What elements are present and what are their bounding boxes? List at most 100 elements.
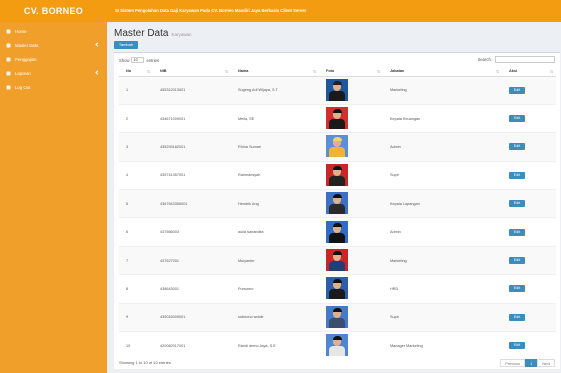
employee-photo <box>326 334 348 357</box>
page-title-text: Master Data <box>114 28 169 39</box>
cell-nama: Melia, SE <box>231 103 319 133</box>
cell-nama: Purnomo <box>231 274 319 304</box>
top-navbar: SI Sistem Pengolahan Data Gaji Karyawan … <box>107 0 561 22</box>
cell-jabatan: Supir <box>383 302 502 332</box>
length-control: Show 10 entries <box>119 57 159 63</box>
employee-photo <box>326 192 348 215</box>
sort-icon: ⇅ <box>146 70 150 74</box>
table-row: 5 4367643356001 Hendrik Ang Kepala Lapangan… <box>119 189 556 218</box>
table-row: 3 435293182001 Rhina Sumari Admin Edit <box>119 132 556 162</box>
page-1-button[interactable]: 1 <box>525 359 538 367</box>
table-row: 6 437566003 aulia sanandita Admin Edit <box>119 217 556 247</box>
cell-nib: 438643001 <box>153 274 231 304</box>
cell-nib: 437566003 <box>153 217 231 247</box>
cell-no: 5 <box>119 189 153 218</box>
table-header-row: No ⇅ NIB ⇅ Nama ⇅ Foto ⇅ Jabatan ⇅ Aksi ⇅ <box>119 67 556 77</box>
sidebar-item-label: Laporan <box>15 70 31 76</box>
cell-jabatan: Supir <box>383 160 502 190</box>
sort-icon: ⇅ <box>495 70 499 74</box>
sidebar-item-home[interactable]: Home <box>0 24 107 38</box>
entries-select[interactable]: 10 <box>131 57 145 63</box>
edit-button[interactable]: Edit <box>509 143 525 151</box>
money-icon <box>6 57 11 62</box>
cell-foto <box>319 160 383 190</box>
table-info: Showing 1 to 10 of 10 entries <box>119 360 171 365</box>
search-input[interactable] <box>495 56 555 63</box>
edit-button[interactable]: Edit <box>509 200 525 208</box>
cell-nib: 435741357001 <box>153 160 231 190</box>
sidebar-menu: Home Master Data Penggajian Laporan Log Out <box>0 24 107 94</box>
cell-nib: 4367643356001 <box>153 189 231 218</box>
edit-button[interactable]: Edit <box>509 313 525 321</box>
sidebar-item-master-data[interactable]: Master Data <box>0 38 107 52</box>
page-title: Master Data Karyawan <box>114 28 191 39</box>
edit-button[interactable]: Edit <box>509 342 525 350</box>
cell-aksi: Edit <box>502 189 556 218</box>
cell-nib: 455312013001 <box>153 75 231 105</box>
employee-photo <box>326 135 348 158</box>
cell-nama: aulia sanandita <box>231 217 319 247</box>
cell-nib: 434671009001 <box>153 103 231 133</box>
cell-aksi: Edit <box>502 217 556 247</box>
app-title: SI Sistem Pengolahan Data Gaji Karyawan … <box>115 8 307 13</box>
column-header-nib[interactable]: NIB ⇅ <box>153 67 231 77</box>
search-control: Search: <box>478 56 555 63</box>
cell-foto <box>319 302 383 332</box>
employee-photo <box>326 107 348 130</box>
sidebar-item-penggajian[interactable]: Penggajian <box>0 52 107 66</box>
cell-foto <box>319 217 383 247</box>
edit-button[interactable]: Edit <box>509 115 525 123</box>
employee-table: No ⇅ NIB ⇅ Nama ⇅ Foto ⇅ Jabatan ⇅ Aksi ⇅ 1 455… <box>119 67 556 360</box>
cell-aksi: Edit <box>502 132 556 162</box>
search-label: Search: <box>477 57 492 62</box>
column-header-foto[interactable]: Foto ⇅ <box>319 67 383 77</box>
data-table-box: Show 10 entries Search: No ⇅ NIB ⇅ Nama ⇅ F… <box>114 52 560 369</box>
cell-aksi: Edit <box>502 103 556 133</box>
sort-icon: ⇅ <box>312 70 316 74</box>
cell-no: 8 <box>119 274 153 304</box>
sort-icon: ⇅ <box>549 70 553 74</box>
previous-button[interactable]: Previous <box>500 359 526 367</box>
table-row: 9 439015009001 subriono wolde Supir Edit <box>119 302 556 332</box>
cell-jabatan: Kepala Keuangan <box>383 103 502 133</box>
employee-photo <box>326 163 348 186</box>
column-header-no[interactable]: No ⇅ <box>119 67 153 77</box>
edit-button[interactable]: Edit <box>509 228 525 236</box>
cell-no: 6 <box>119 217 153 247</box>
table-row: 1 455312013001 Sugeng Adi Wijaya, S.T Marke… <box>119 75 556 105</box>
cell-no: 10 <box>119 331 153 360</box>
next-button[interactable]: Next <box>537 359 555 367</box>
column-header-nama[interactable]: Nama ⇅ <box>231 67 319 77</box>
cell-nama: Sugeng Adi Wijaya, S.T <box>231 75 319 105</box>
report-icon <box>6 71 11 76</box>
table-row: 4 435741357001 Rahmansyah Supir Edit <box>119 160 556 190</box>
edit-button[interactable]: Edit <box>509 86 525 94</box>
cell-foto <box>319 274 383 304</box>
edit-button[interactable]: Edit <box>509 257 525 265</box>
chevron-icon <box>95 70 100 75</box>
brand-logo[interactable]: CV. BORNEO <box>0 0 107 22</box>
sidebar-item-laporan[interactable]: Laporan <box>0 66 107 80</box>
column-header-jabatan[interactable]: Jabatan ⇅ <box>383 67 502 77</box>
column-header-aksi[interactable]: Aksi ⇅ <box>502 67 556 77</box>
cell-nib: 435293182001 <box>153 132 231 162</box>
cell-nama: Randi demo Jaya, S.E <box>231 331 319 360</box>
cell-nama: subriono wolde <box>231 302 319 332</box>
show-label: Show <box>119 57 130 63</box>
home-icon <box>6 29 11 34</box>
sidebar-item-log-out[interactable]: Log Out <box>0 80 107 94</box>
employee-photo <box>326 277 348 300</box>
edit-button[interactable]: Edit <box>509 285 525 293</box>
cell-aksi: Edit <box>502 245 556 275</box>
add-button[interactable]: Tambah <box>114 41 138 49</box>
cell-jabatan: HRD <box>383 274 502 304</box>
table-row: 2 434671009001 Melia, SE Kepala Keuangan Edi… <box>119 103 556 133</box>
cell-aksi: Edit <box>502 331 556 360</box>
edit-button[interactable]: Edit <box>509 171 525 179</box>
cell-aksi: Edit <box>502 160 556 190</box>
cell-aksi: Edit <box>502 75 556 105</box>
cell-nama: Hendrik Ang <box>231 189 319 218</box>
sort-icon: ⇅ <box>224 70 228 74</box>
sidebar-item-label: Master Data <box>15 42 39 48</box>
table-row: 7 437627001 Mulyanter Marketing Edit <box>119 245 556 275</box>
